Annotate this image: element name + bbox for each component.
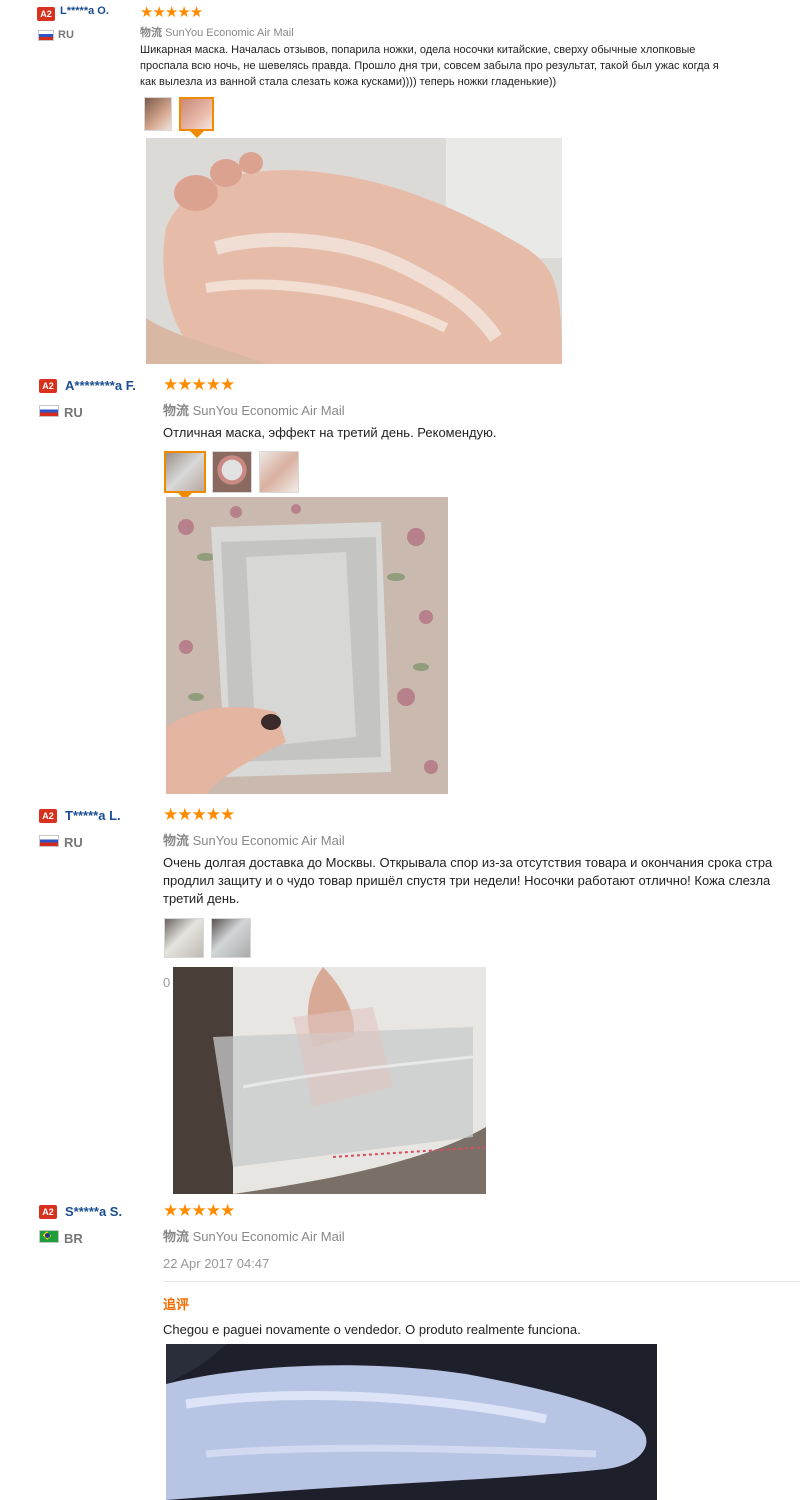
review-photo-thumbnail[interactable] <box>164 918 204 958</box>
review-photo-large[interactable] <box>146 138 562 364</box>
rating-stars: ★★★★★ <box>163 375 235 394</box>
review-photo-large[interactable] <box>166 497 448 794</box>
review-photo-thumbnail[interactable] <box>259 451 299 493</box>
review-text-line: Chegou e paguei novamente o vendedor. O … <box>163 1322 581 1337</box>
logistics-label: 物流 <box>163 833 190 848</box>
logistics-info: 物流 SunYou Economic Air Mail <box>163 400 345 419</box>
peeled-bag-image <box>173 967 486 1194</box>
review-text-line: проспала всю ночь, не шевелясь правда. П… <box>140 60 719 72</box>
logistics-value: SunYou Economic Air Mail <box>192 833 345 848</box>
russia-flag-icon <box>38 30 54 41</box>
buyer-country: BR <box>64 1231 83 1246</box>
review-photo-thumbnail[interactable] <box>144 97 172 131</box>
flag-globe <box>45 1233 50 1238</box>
review-photo-large[interactable] <box>166 1344 657 1500</box>
buyer-name: A********a F. <box>65 378 136 393</box>
additional-review-label: 追评 <box>163 1297 190 1312</box>
russia-flag-icon <box>39 405 59 417</box>
brazil-flag-icon <box>39 1230 59 1243</box>
rating-stars: ★★★★★ <box>163 1201 235 1220</box>
buyer-level-badge: A2 <box>39 1205 57 1219</box>
logistics-info: 物流 SunYou Economic Air Mail <box>163 1226 345 1245</box>
buyer-name: T*****a L. <box>65 808 121 823</box>
logistics-value: SunYou Economic Air Mail <box>192 1229 345 1244</box>
review-text-line: продлил защиту и о чудо товар пришёл спу… <box>163 873 771 888</box>
review-text-line: третий день. <box>163 891 240 906</box>
foot-sole-image <box>146 138 562 364</box>
buyer-name: L*****a O. <box>60 5 109 17</box>
logistics-label: 物流 <box>140 27 162 39</box>
review-photo-thumbnail[interactable] <box>212 451 252 493</box>
buyer-level-badge: A2 <box>39 379 57 393</box>
buyer-country: RU <box>64 835 83 850</box>
peeling-foot-image <box>166 1344 657 1500</box>
selected-thumbnail-arrow <box>190 131 204 138</box>
review-text-line: Шикарная маска. Началась отзывов, попари… <box>140 44 696 56</box>
rating-stars: ★★★★★ <box>163 805 235 824</box>
buyer-level-badge: A2 <box>39 809 57 823</box>
rating-stars: ★★★★★ <box>140 4 203 21</box>
buyer-level-badge: A2 <box>37 7 55 21</box>
logistics-info: 物流 SunYou Economic Air Mail <box>140 24 294 40</box>
review-text-line: Отличная маска, эффект на третий день. Р… <box>163 425 497 440</box>
logistics-label: 物流 <box>163 403 190 418</box>
review-photo-large[interactable] <box>173 967 486 1194</box>
buyer-name: S*****a S. <box>65 1204 123 1219</box>
review-date-partial: 0 <box>163 975 171 990</box>
buyer-country: RU <box>64 405 83 420</box>
additional-review-divider <box>163 1281 800 1282</box>
review-photo-thumbnail[interactable] <box>211 918 251 958</box>
review-text-line: Очень долгая доставка до Москвы. Открыва… <box>163 855 773 870</box>
russia-flag-icon <box>39 835 59 847</box>
logistics-label: 物流 <box>163 1229 190 1244</box>
review-photo-thumbnail-selected[interactable] <box>179 97 214 131</box>
logistics-value: SunYou Economic Air Mail <box>192 403 345 418</box>
review-photo-thumbnail-selected[interactable] <box>164 451 206 493</box>
foil-pack-image <box>166 497 448 794</box>
review-date: 22 Apr 2017 04:47 <box>163 1256 270 1271</box>
buyer-country: RU <box>58 29 74 41</box>
logistics-info: 物流 SunYou Economic Air Mail <box>163 830 345 849</box>
review-text-line: как вылезла из ванной стала слезать кожа… <box>140 76 557 88</box>
logistics-value: SunYou Economic Air Mail <box>165 27 294 39</box>
